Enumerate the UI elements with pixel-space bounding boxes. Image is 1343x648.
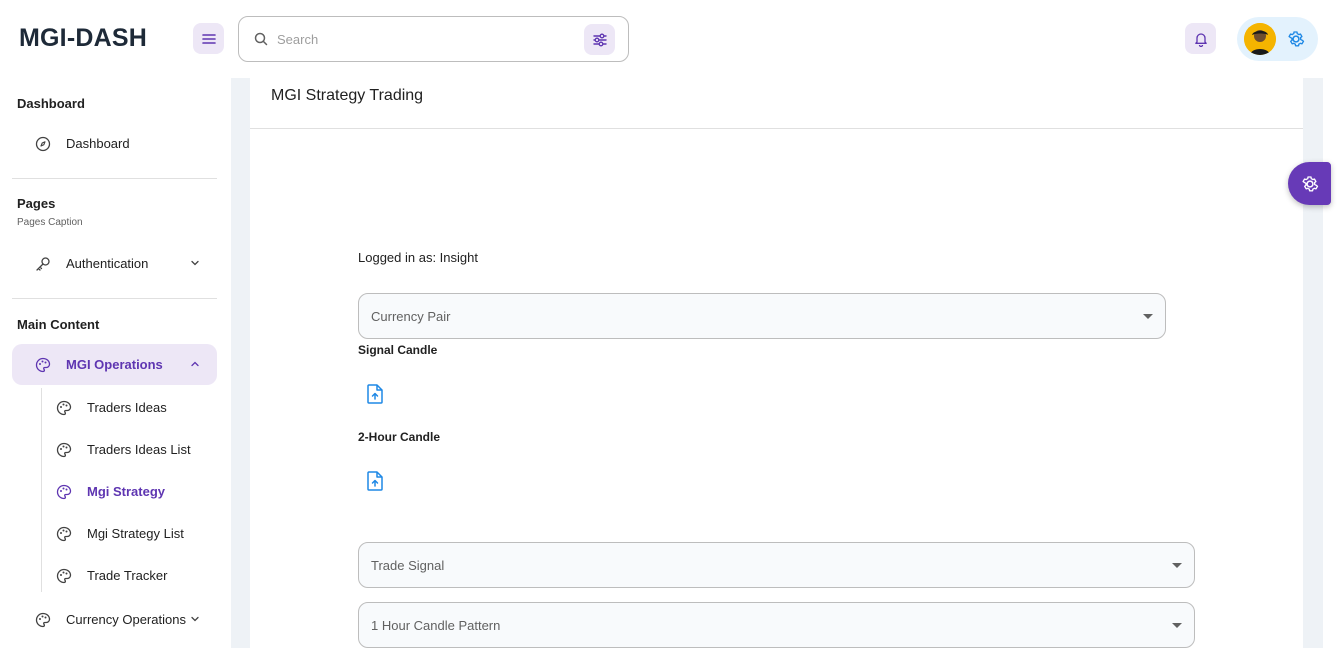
sidebar-divider (12, 298, 217, 299)
section-title-dashboard: Dashboard (17, 96, 85, 111)
profile-chip[interactable] (1237, 17, 1318, 61)
currency-pair-select[interactable]: Currency Pair (358, 293, 1166, 339)
signal-candle-label: Signal Candle (358, 343, 438, 357)
sidebar-item-label: Dashboard (66, 136, 130, 151)
gear-icon (1301, 175, 1318, 191)
menu-toggle-button[interactable] (193, 23, 224, 54)
select-label: 1 Hour Candle Pattern (371, 618, 501, 633)
dropdown-arrow-icon (1143, 314, 1153, 319)
sidebar-item-currency-operations[interactable]: Currency Operations (12, 599, 217, 640)
sidebar: Dashboard Dashboard Pages Pages Caption … (0, 78, 231, 648)
main-card: MGI Strategy Trading Logged in as: Insig… (250, 78, 1303, 648)
sidebar-item-mgi-operations[interactable]: MGI Operations (12, 344, 217, 385)
notifications-button[interactable] (1185, 23, 1216, 54)
two-hour-candle-label: 2-Hour Candle (358, 430, 441, 444)
chevron-up-icon (191, 361, 199, 367)
palette-icon (56, 568, 72, 584)
sidebar-item-dashboard[interactable]: Dashboard (12, 123, 217, 164)
search-filter-button[interactable] (584, 24, 615, 55)
chevron-down-icon (191, 616, 199, 622)
trade-signal-select[interactable]: Trade Signal (358, 542, 1195, 588)
sidebar-subitem-label: Trade Tracker (87, 568, 168, 583)
sidebar-item-label: MGI Operations (66, 357, 163, 372)
avatar[interactable] (1244, 23, 1276, 55)
chevron-down-icon (191, 260, 199, 266)
select-label: Trade Signal (371, 558, 445, 573)
sidebar-subitem-label: Traders Ideas List (87, 442, 191, 457)
key-icon (36, 257, 50, 271)
dropdown-arrow-icon (1172, 623, 1182, 628)
section-title-pages: Pages (17, 196, 56, 211)
search-input[interactable] (277, 28, 567, 50)
sidebar-divider (12, 178, 217, 179)
logged-in-text: Logged in as: Insight (358, 250, 478, 265)
one-hour-candle-pattern-select[interactable]: 1 Hour Candle Pattern (358, 602, 1195, 648)
select-label: Currency Pair (371, 309, 451, 324)
palette-icon (56, 484, 72, 500)
upload-file-icon[interactable] (366, 471, 384, 491)
dashboard-icon (35, 136, 51, 152)
upload-file-icon[interactable] (366, 384, 384, 404)
dropdown-arrow-icon (1172, 563, 1182, 568)
customize-settings-button[interactable] (1288, 162, 1331, 205)
top-bar: MGI-DASH (0, 0, 1343, 78)
sidebar-subitem-mgi-strategy-list[interactable]: Mgi Strategy List (45, 515, 217, 553)
menu-icon (201, 33, 216, 44)
sidebar-subitem-traders-ideas[interactable]: Traders Ideas (45, 389, 217, 427)
section-caption-pages: Pages Caption (17, 217, 83, 228)
search-box (238, 16, 629, 62)
avatar-image (1244, 23, 1276, 55)
palette-icon (35, 357, 51, 373)
sidebar-item-authentication[interactable]: Authentication (12, 243, 217, 284)
sidebar-item-label: Authentication (66, 256, 149, 271)
sidebar-subitem-label: Traders Ideas (87, 400, 167, 415)
search-icon (254, 32, 268, 46)
app-logo[interactable]: MGI-DASH (19, 24, 147, 53)
sliders-icon (592, 33, 607, 46)
sidebar-item-label: Currency Operations (66, 612, 186, 627)
settings-gear-icon[interactable] (1286, 29, 1306, 49)
sidebar-subitem-label: Mgi Strategy (87, 484, 166, 499)
page-title: MGI Strategy Trading (271, 87, 424, 104)
sidebar-subitem-traders-ideas-list[interactable]: Traders Ideas List (45, 431, 217, 469)
sidebar-subitem-label: Mgi Strategy List (87, 526, 184, 541)
sidebar-subitem-mgi-strategy[interactable]: Mgi Strategy (45, 473, 217, 511)
card-divider (250, 128, 1303, 129)
palette-icon (56, 400, 72, 416)
palette-icon (35, 612, 51, 628)
sidebar-subitem-trade-tracker[interactable]: Trade Tracker (45, 557, 217, 595)
palette-icon (56, 526, 72, 542)
palette-icon (56, 442, 72, 458)
submenu-guide-line (41, 388, 42, 592)
bell-icon (1194, 32, 1207, 47)
section-title-main-content: Main Content (17, 317, 100, 332)
